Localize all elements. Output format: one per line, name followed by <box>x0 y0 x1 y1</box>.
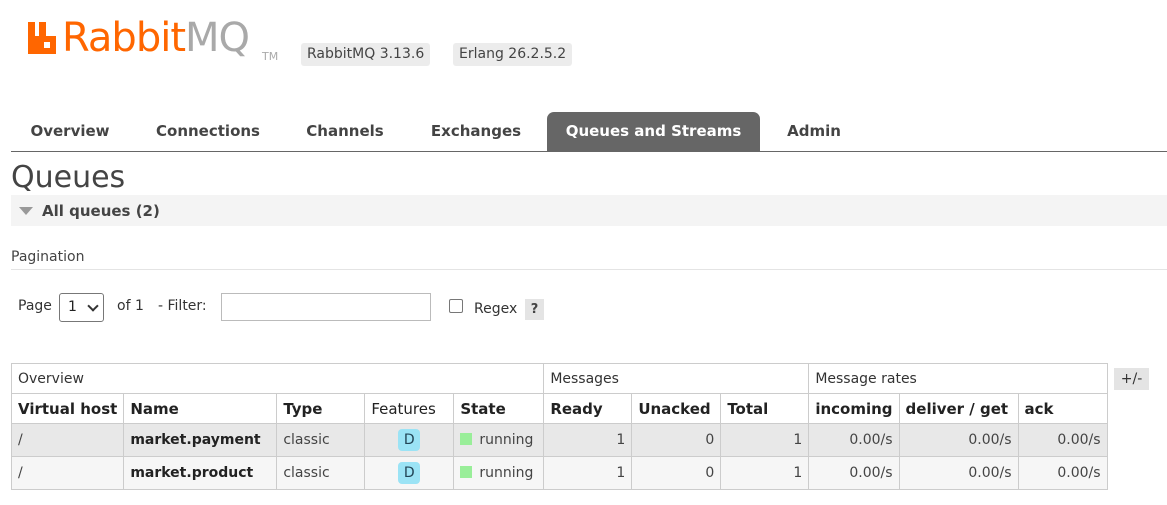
regex-help-button[interactable]: ? <box>525 299 544 320</box>
cell-ready: 1 <box>543 456 633 490</box>
main-tabs: Overview Connections Channels Exchanges … <box>11 112 1167 152</box>
logo-trademark: TM <box>262 50 279 63</box>
queue-name-link[interactable]: market.payment <box>123 423 278 457</box>
tab-channels[interactable]: Channels <box>292 112 398 151</box>
column-header-total[interactable]: Total <box>720 393 810 424</box>
cell-deliver-get: 0.00/s <box>898 456 1019 490</box>
tab-overview[interactable]: Overview <box>11 112 129 151</box>
cell-state: running <box>479 465 534 481</box>
group-header-message-rates: Message rates <box>808 363 1108 394</box>
table-row: / market.payment classic D running 1 0 1… <box>10 423 1108 457</box>
tab-queues-and-streams[interactable]: Queues and Streams <box>547 112 760 151</box>
page-count-label: of 1 <box>117 298 144 314</box>
cell-ack: 0.00/s <box>1017 456 1108 490</box>
column-header-deliver-get[interactable]: deliver / get <box>898 393 1019 424</box>
cell-type: classic <box>276 423 366 457</box>
pagination-title[interactable]: Pagination <box>11 249 84 265</box>
cell-total: 1 <box>720 423 810 457</box>
cell-state: running <box>479 432 534 448</box>
tab-connections[interactable]: Connections <box>143 112 273 151</box>
column-header-ack[interactable]: ack <box>1017 393 1108 424</box>
toggle-columns-button[interactable]: +/- <box>1114 368 1149 390</box>
page-title: Queues <box>11 160 126 195</box>
rabbitmq-logo[interactable]: RabbitMQ TM <box>26 18 278 64</box>
tab-admin[interactable]: Admin <box>773 112 855 151</box>
queue-name-link[interactable]: market.product <box>123 456 278 490</box>
filter-input[interactable] <box>221 293 431 321</box>
cell-ack: 0.00/s <box>1017 423 1108 457</box>
queues-table: Overview Messages Message rates Virtual … <box>10 363 1108 490</box>
logo-mq-text: MQ <box>185 15 250 61</box>
header: RabbitMQ TM RabbitMQ 3.13.6 Erlang 26.2.… <box>0 0 1167 100</box>
all-queues-section-header[interactable]: All queues (2) <box>11 195 1167 226</box>
logo-rabbit-text: Rabbit <box>62 15 186 61</box>
rabbitmq-version-badge: RabbitMQ 3.13.6 <box>301 43 431 66</box>
page-label: Page <box>18 298 52 314</box>
column-header-unacked[interactable]: Unacked <box>631 393 722 424</box>
cell-vhost: / <box>10 423 125 457</box>
table-row: / market.product classic D running 1 0 1… <box>10 456 1108 490</box>
cell-incoming: 0.00/s <box>808 456 900 490</box>
cell-type: classic <box>276 456 366 490</box>
column-header-incoming[interactable]: incoming <box>808 393 900 424</box>
cell-ready: 1 <box>543 423 633 457</box>
cell-unacked: 0 <box>631 456 722 490</box>
page-select[interactable]: 1 <box>59 293 104 322</box>
column-header-name[interactable]: Name <box>123 393 278 424</box>
filter-label: - Filter: <box>158 298 207 314</box>
cell-total: 1 <box>720 456 810 490</box>
state-running-icon <box>460 433 473 445</box>
column-header-state[interactable]: State <box>453 393 545 424</box>
group-header-messages: Messages <box>543 363 810 394</box>
pagination-divider <box>11 269 1167 270</box>
cell-vhost: / <box>10 456 125 490</box>
column-header-type[interactable]: Type <box>276 393 366 424</box>
tab-exchanges[interactable]: Exchanges <box>416 112 536 151</box>
state-running-icon <box>460 466 473 478</box>
column-header-ready[interactable]: Ready <box>543 393 633 424</box>
chevron-down-icon <box>87 300 99 312</box>
column-header-virtual-host[interactable]: Virtual host <box>10 393 125 424</box>
erlang-version-badge: Erlang 26.2.5.2 <box>453 43 573 66</box>
cell-unacked: 0 <box>631 423 722 457</box>
durable-feature-badge: D <box>398 462 421 484</box>
column-header-features: Features <box>364 393 455 424</box>
logo-wordmark: RabbitMQ <box>62 15 250 61</box>
cell-deliver-get: 0.00/s <box>898 423 1019 457</box>
regex-label: Regex <box>474 301 518 317</box>
cell-incoming: 0.00/s <box>808 423 900 457</box>
group-header-overview: Overview <box>10 363 545 394</box>
rabbit-logo-icon <box>28 22 56 54</box>
section-title: All queues (2) <box>42 202 160 220</box>
collapse-arrow-icon <box>19 207 33 215</box>
regex-checkbox[interactable] <box>449 299 463 313</box>
durable-feature-badge: D <box>398 429 421 451</box>
page-select-value: 1 <box>68 299 77 315</box>
